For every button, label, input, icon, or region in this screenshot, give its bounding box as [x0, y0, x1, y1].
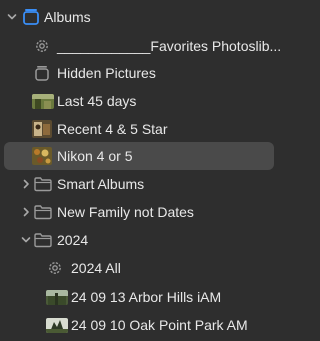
chevron-right-icon[interactable]: [21, 178, 31, 190]
sidebar-item-arbor-hills[interactable]: 24 09 13 Arbor Hills iAM: [0, 283, 274, 311]
sidebar-item-hidden-pictures[interactable]: Hidden Pictures: [0, 59, 274, 87]
sidebar-item-nikon-4-or-5[interactable]: Nikon 4 or 5: [0, 142, 274, 170]
sidebar-item-label: 24 09 10 Oak Point Park AM: [71, 317, 248, 333]
sidebar-item-last-45-days[interactable]: Last 45 days: [0, 87, 274, 115]
folder-icon: [34, 205, 52, 220]
album-thumbnail-icon: [46, 318, 68, 333]
sidebar-item-label: New Family not Dates: [57, 204, 194, 220]
sidebar-item-new-family-not-dates[interactable]: New Family not Dates: [0, 198, 274, 226]
sidebar-item-oak-point-park[interactable]: 24 09 10 Oak Point Park AM: [0, 311, 274, 339]
albums-sidebar: Albums ____________Favorites Photoslib..…: [0, 0, 281, 341]
chevron-down-icon[interactable]: [21, 234, 31, 246]
album-thumbnail-icon: [46, 290, 68, 305]
sidebar-item-label: 2024 All: [71, 260, 121, 276]
sidebar-item-smart-albums[interactable]: Smart Albums: [0, 170, 274, 198]
sidebar-item-albums[interactable]: Albums: [0, 3, 274, 31]
sidebar-item-label: ____________Favorites Photoslib...: [57, 38, 282, 54]
sidebar-item-label: Last 45 days: [57, 93, 137, 109]
gear-icon: [36, 40, 48, 52]
chevron-right-icon[interactable]: [21, 206, 31, 218]
chevron-down-icon[interactable]: [7, 11, 17, 23]
sidebar-item-2024-all[interactable]: 2024 All: [0, 254, 274, 282]
sidebar-item-label: 24 09 13 Arbor Hills iAM: [71, 289, 222, 305]
sidebar-item-label: Albums: [44, 9, 91, 25]
albums-folder-icon: [23, 9, 39, 25]
sidebar-item-favorites-photoslib[interactable]: ____________Favorites Photoslib...: [0, 32, 281, 60]
sidebar-item-label: 2024: [57, 232, 89, 248]
folder-icon: [34, 233, 52, 248]
hidden-album-icon: [35, 66, 49, 81]
sidebar-item-2024[interactable]: 2024: [0, 226, 274, 254]
gear-icon: [49, 262, 61, 274]
sidebar-item-recent-4-5-star[interactable]: Recent 4 & 5 Star: [0, 115, 274, 143]
sidebar-item-label: Recent 4 & 5 Star: [57, 121, 168, 137]
album-thumbnail-icon: [32, 147, 52, 165]
album-thumbnail-icon: [32, 94, 54, 109]
sidebar-item-label: Hidden Pictures: [57, 65, 156, 81]
folder-icon: [34, 177, 52, 192]
album-thumbnail-icon: [32, 120, 52, 138]
sidebar-item-label: Smart Albums: [57, 176, 145, 192]
sidebar-item-label: Nikon 4 or 5: [57, 148, 133, 164]
